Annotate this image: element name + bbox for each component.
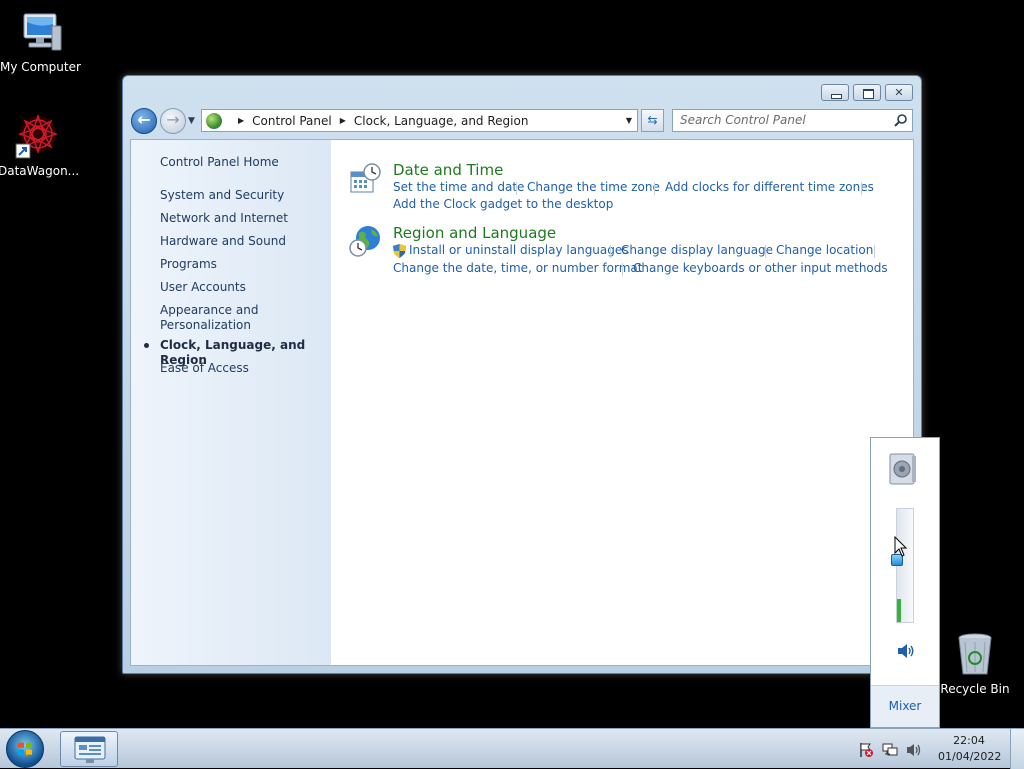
link-change-time-zone[interactable]: Change the time zone: [527, 180, 660, 194]
shield-icon: [393, 244, 406, 258]
computer-icon: [16, 8, 64, 56]
sidebar-item-user-accounts[interactable]: User Accounts: [160, 280, 246, 295]
sidebar-item-network-internet[interactable]: Network and Internet: [160, 211, 288, 226]
volume-level-fill: [897, 599, 901, 622]
close-button[interactable]: ✕: [885, 84, 913, 101]
calendar-clock-icon: [350, 163, 381, 193]
search-input[interactable]: Search Control Panel: [672, 109, 913, 132]
category-title-date-time[interactable]: Date and Time: [393, 161, 503, 179]
refresh-icon: ⇆: [647, 113, 658, 127]
window-controls: ✕: [821, 84, 913, 101]
action-center-flag-icon[interactable]: [858, 742, 874, 758]
control-panel-icon: [206, 112, 222, 129]
breadcrumb-clock-language-region[interactable]: Clock, Language, and Region: [354, 114, 529, 128]
mouse-cursor-icon: [894, 536, 908, 557]
mixer-link[interactable]: Mixer: [871, 685, 939, 727]
recent-pages-button[interactable]: ▼: [188, 116, 195, 126]
volume-tray-icon[interactable]: [906, 742, 922, 758]
desktop-icon-my-computer[interactable]: My Computer: [0, 8, 81, 74]
address-dropdown-icon[interactable]: ▼: [621, 116, 637, 125]
link-separator: [765, 245, 766, 258]
link-separator: [622, 263, 623, 276]
link-separator: [610, 245, 611, 258]
search-icon: [894, 114, 907, 127]
link-separator: [516, 182, 517, 195]
category-title-region-language[interactable]: Region and Language: [393, 224, 556, 242]
link-separator: [654, 182, 655, 195]
chevron-down-icon: ▼: [188, 116, 195, 126]
arrow-left-icon: ←: [137, 110, 151, 129]
clock-time: 22:04: [953, 734, 985, 747]
sidebar-item-programs[interactable]: Programs: [160, 257, 217, 272]
control-panel-window[interactable]: ✕ ← → ▼ ▶ Control Panel ▶ Clock, Languag…: [122, 75, 922, 674]
sidebar-item-appearance[interactable]: Appearance and Personalization: [160, 303, 280, 333]
link-separator: [874, 245, 875, 258]
recycle-bin-icon: [951, 630, 999, 678]
show-desktop-button[interactable]: [1010, 729, 1024, 769]
link-change-location[interactable]: Change location: [776, 243, 873, 257]
link-add-clocks[interactable]: Add clocks for different time zones: [665, 180, 874, 194]
forward-button[interactable]: →: [160, 108, 186, 134]
windows-logo-icon: [18, 742, 32, 755]
taskbar-clock[interactable]: 22:04 01/04/2022: [938, 733, 1002, 765]
link-change-display-language[interactable]: Change display language: [621, 243, 773, 257]
link-change-date-time-format[interactable]: Change the date, time, or number format: [393, 261, 642, 275]
link-change-keyboards[interactable]: Change keyboards or other input methods: [633, 261, 888, 275]
link-add-clock-gadget[interactable]: Add the Clock gadget to the desktop: [393, 197, 613, 211]
navigation-bar: ← → ▼ ▶ Control Panel ▶ Clock, Language,…: [131, 108, 915, 134]
back-button[interactable]: ←: [131, 108, 157, 134]
maximize-button[interactable]: [853, 84, 881, 101]
sidebar: Control Panel Home System and Security N…: [131, 140, 331, 665]
app-shortcut-icon: [14, 112, 62, 160]
sidebar-item-hardware-sound[interactable]: Hardware and Sound: [160, 234, 286, 249]
content-area: Control Panel Home System and Security N…: [130, 139, 914, 666]
desktop-icon-label: Recycle Bin: [940, 682, 1010, 696]
sidebar-item-ease-of-access[interactable]: Ease of Access: [160, 361, 249, 376]
globe-clock-icon: [349, 226, 380, 257]
main-panel: Date and Time Set the time and date Chan…: [331, 140, 913, 665]
mute-speaker-icon[interactable]: [897, 643, 915, 659]
speaker-device-icon[interactable]: [888, 452, 918, 486]
link-install-display-languages[interactable]: Install or uninstall display languages: [409, 243, 629, 257]
desktop: My Computer DataWagon... Recycle Bin ✕ ←…: [0, 0, 1024, 728]
current-item-bullet: [144, 343, 149, 348]
sidebar-item-control-panel-home[interactable]: Control Panel Home: [160, 155, 279, 170]
breadcrumb-control-panel[interactable]: Control Panel: [252, 114, 332, 128]
sidebar-item-system-security[interactable]: System and Security: [160, 188, 284, 203]
address-bar[interactable]: ▶ Control Panel ▶ Clock, Language, and R…: [201, 109, 638, 132]
desktop-icon-recycle-bin[interactable]: Recycle Bin: [935, 630, 1015, 696]
refresh-button[interactable]: ⇆: [641, 109, 664, 132]
network-icon[interactable]: [882, 742, 898, 758]
link-set-time-date[interactable]: Set the time and date: [393, 180, 524, 194]
desktop-icon-label: My Computer: [0, 60, 81, 74]
taskbar-control-panel-button[interactable]: [60, 731, 118, 767]
breadcrumb-chevron-icon: ▶: [339, 116, 346, 125]
desktop-icon-label: DataWagon...: [0, 164, 80, 178]
desktop-icon-datawagon[interactable]: DataWagon...: [0, 112, 80, 178]
start-button[interactable]: [6, 730, 44, 768]
taskbar: 22:04 01/04/2022: [0, 728, 1024, 769]
search-placeholder: Search Control Panel: [680, 113, 806, 127]
volume-popup: Mixer: [870, 437, 940, 728]
clock-date: 01/04/2022: [938, 750, 1002, 763]
arrow-right-icon: →: [166, 110, 180, 129]
control-panel-app-icon: [74, 736, 106, 763]
link-separator: [861, 182, 862, 195]
breadcrumb-chevron-icon: ▶: [238, 116, 245, 125]
minimize-button[interactable]: [821, 84, 849, 101]
